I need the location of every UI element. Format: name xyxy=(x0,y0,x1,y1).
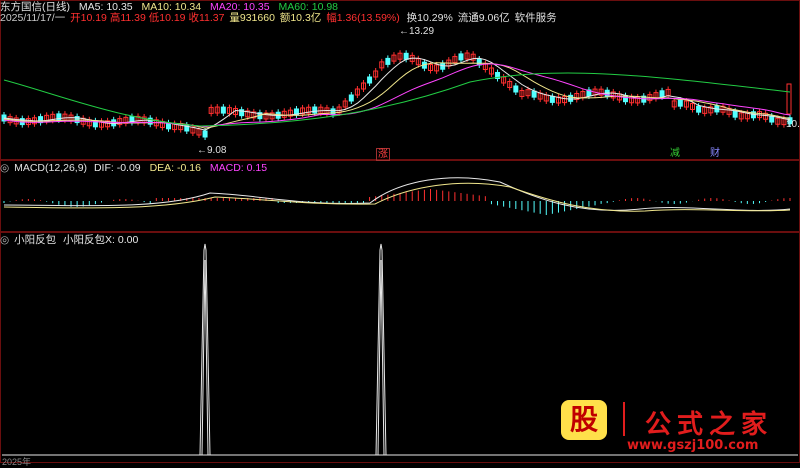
date-label: 2025/11/17/一 xyxy=(0,12,66,24)
macd-dif-line xyxy=(3,177,791,211)
candle-body xyxy=(348,94,354,102)
volume-value: 量931660 xyxy=(229,12,275,24)
event-tag-reduce[interactable]: 减 xyxy=(670,148,680,159)
candle-body xyxy=(312,106,318,114)
candle-body xyxy=(476,58,482,66)
high-value: 高11.39 xyxy=(109,12,146,24)
macd-dea: DEA: -0.16 xyxy=(149,162,201,174)
watermark-logo: 股 公式之家 www.gszj100.com xyxy=(555,398,795,460)
logo-title: 公式之家 xyxy=(645,410,774,440)
panel-collapse-icon[interactable]: ◎ xyxy=(0,162,9,174)
macd-panel-header: ◎ MACD(12,26,9) DIF: -0.09 DEA: -0.16 MA… xyxy=(0,162,273,175)
candle-body xyxy=(622,95,628,103)
candle-body xyxy=(458,53,464,61)
amount-value: 额10.3亿 xyxy=(279,12,322,24)
change-value: 幅1.36(13.59%) xyxy=(326,12,400,24)
logo-gu-badge: 股 xyxy=(561,400,607,440)
candle-body xyxy=(403,52,409,60)
macd-dif: DIF: -0.09 xyxy=(93,162,141,174)
indicator-panel-header: ◎ 小阳反包 小阳反包X: 0.00 xyxy=(0,234,144,247)
candle-body xyxy=(367,76,373,84)
candle-body xyxy=(549,95,555,103)
panel-collapse-icon[interactable]: ◎ xyxy=(0,234,9,246)
turnover-value: 换10.29% xyxy=(406,12,453,24)
close-value: 收11.37 xyxy=(188,12,225,24)
candle-body xyxy=(659,90,665,98)
candle-body xyxy=(220,106,226,114)
macd-title[interactable]: MACD(12,26,9) xyxy=(14,162,87,174)
stock-chart xyxy=(0,0,800,463)
macd-dea-line xyxy=(3,182,791,212)
bottom-axis-year: 2025年 xyxy=(2,457,32,467)
candle-body xyxy=(513,85,519,93)
candle-body xyxy=(330,108,336,116)
candle-body xyxy=(696,105,702,113)
candle-body xyxy=(385,57,391,65)
indicator-title[interactable]: 小阳反包 xyxy=(14,234,56,246)
sector-value: 软件服务 xyxy=(514,12,557,24)
candle-body xyxy=(732,110,738,118)
candle-body xyxy=(531,90,537,98)
candle-body xyxy=(769,115,775,123)
logo-url: www.gszj100.com xyxy=(627,438,759,453)
high-price-marker: ←13.29 xyxy=(399,26,435,37)
low-value: 低10.19 xyxy=(148,12,186,24)
right-price-label: 10. xyxy=(786,119,800,130)
open-value: 开10.19 xyxy=(70,12,107,24)
quote-bar: 2025/11/17/一 开10.19 高11.39 低10.19 收11.37… xyxy=(0,12,563,25)
last-candle xyxy=(786,83,792,115)
float-cap-value: 流通9.06亿 xyxy=(457,12,510,24)
candle-body xyxy=(568,94,574,102)
event-tag-rise[interactable]: 涨 xyxy=(376,148,390,161)
candle-body xyxy=(677,99,683,107)
candle-body xyxy=(202,130,208,138)
low-price-marker: ←9.08 xyxy=(197,145,227,156)
macd-value: MACD: 0.15 xyxy=(209,162,268,174)
ma20-line xyxy=(3,63,791,128)
indicator-value: 小阳反包X: 0.00 xyxy=(63,234,139,246)
event-tag-finance[interactable]: 财 xyxy=(710,148,720,159)
logo-divider xyxy=(623,402,625,436)
